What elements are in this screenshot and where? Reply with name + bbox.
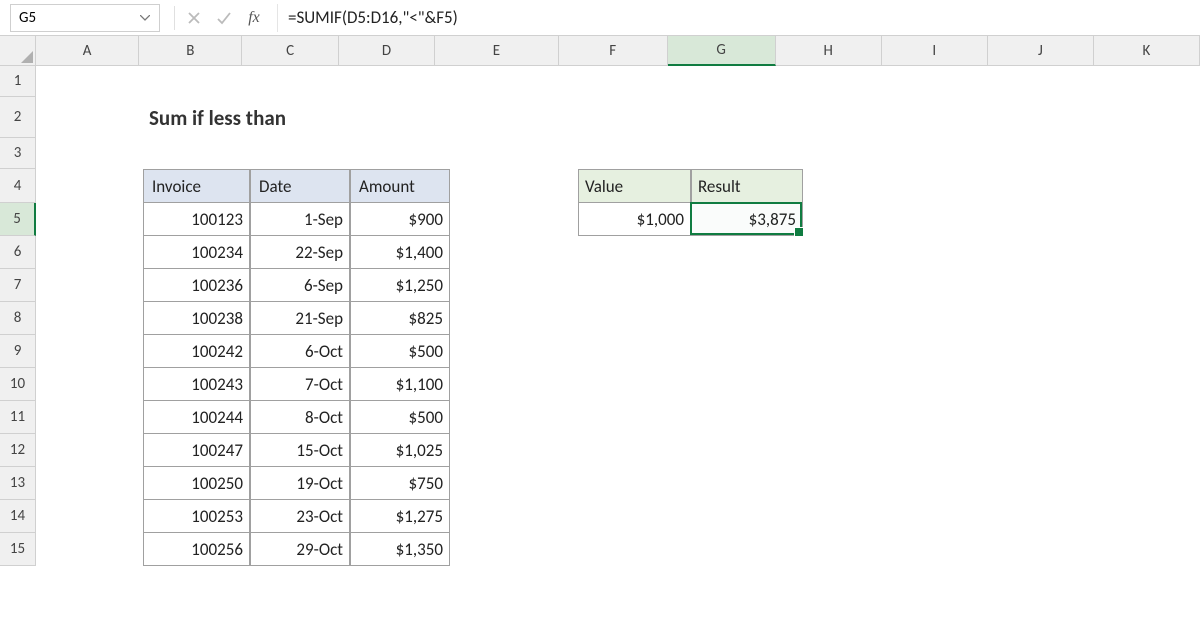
amount-cell-8[interactable]: $825 <box>350 302 450 335</box>
row-headers: 123456789101112131415 <box>0 66 36 566</box>
row-header-10[interactable]: 10 <box>0 368 36 401</box>
invoice-cell-12[interactable]: 100247 <box>143 434 250 467</box>
date-cell-10[interactable]: 7-Oct <box>250 368 350 401</box>
column-header-J[interactable]: J <box>988 36 1094 66</box>
row-header-15[interactable]: 15 <box>0 533 36 566</box>
invoice-cell-13[interactable]: 100250 <box>143 467 250 500</box>
insert-function-icon[interactable]: fx <box>239 9 269 27</box>
row-header-7[interactable]: 7 <box>0 269 36 302</box>
page-title: Sum if less than <box>143 97 578 138</box>
row-header-1[interactable]: 1 <box>0 66 36 97</box>
column-header-I[interactable]: I <box>882 36 988 66</box>
column-header-G[interactable]: G <box>668 36 776 66</box>
amount-cell-5[interactable]: $900 <box>350 203 450 236</box>
invoice-cell-8[interactable]: 100238 <box>143 302 250 335</box>
name-box-dropdown-icon[interactable] <box>135 8 155 28</box>
column-header-A[interactable]: A <box>36 36 139 66</box>
select-all-corner[interactable] <box>0 36 36 66</box>
table-header-date[interactable]: Date <box>250 169 350 203</box>
date-cell-6[interactable]: 22-Sep <box>250 236 350 269</box>
date-cell-8[interactable]: 21-Sep <box>250 302 350 335</box>
column-header-F[interactable]: F <box>559 36 668 66</box>
row-header-6[interactable]: 6 <box>0 236 36 269</box>
amount-cell-12[interactable]: $1,025 <box>350 434 450 467</box>
amount-cell-13[interactable]: $750 <box>350 467 450 500</box>
cells-area[interactable]: Sum if less thanInvoiceDateAmount1001231… <box>36 66 1200 630</box>
result-header-result[interactable]: Result <box>691 169 803 203</box>
invoice-cell-7[interactable]: 100236 <box>143 269 250 302</box>
date-cell-14[interactable]: 23-Oct <box>250 500 350 533</box>
formula-text: =SUMIF(D5:D16,"<"&F5) <box>288 7 458 28</box>
invoice-cell-10[interactable]: 100243 <box>143 368 250 401</box>
row-header-4[interactable]: 4 <box>0 169 36 203</box>
row-header-9[interactable]: 9 <box>0 335 36 368</box>
amount-cell-7[interactable]: $1,250 <box>350 269 450 302</box>
result-header-value[interactable]: Value <box>578 169 691 203</box>
column-header-H[interactable]: H <box>776 36 882 66</box>
date-cell-11[interactable]: 8-Oct <box>250 401 350 434</box>
column-header-E[interactable]: E <box>435 36 558 66</box>
column-header-D[interactable]: D <box>339 36 435 66</box>
date-cell-13[interactable]: 19-Oct <box>250 467 350 500</box>
value-cell[interactable]: $1,000 <box>578 203 691 236</box>
date-cell-12[interactable]: 15-Oct <box>250 434 350 467</box>
formula-input[interactable]: =SUMIF(D5:D16,"<"&F5) <box>277 4 1200 32</box>
row-header-5[interactable]: 5 <box>0 203 36 236</box>
invoice-cell-5[interactable]: 100123 <box>143 203 250 236</box>
row-header-14[interactable]: 14 <box>0 500 36 533</box>
amount-cell-15[interactable]: $1,350 <box>350 533 450 566</box>
date-cell-5[interactable]: 1-Sep <box>250 203 350 236</box>
column-header-B[interactable]: B <box>139 36 242 66</box>
table-header-amount[interactable]: Amount <box>350 169 450 203</box>
date-cell-7[interactable]: 6-Sep <box>250 269 350 302</box>
amount-cell-9[interactable]: $500 <box>350 335 450 368</box>
name-box[interactable]: G5 <box>10 4 160 32</box>
spreadsheet-grid: 123456789101112131415 ABCDEFGHIJK Sum if… <box>0 36 1200 630</box>
row-header-3[interactable]: 3 <box>0 138 36 169</box>
date-cell-15[interactable]: 29-Oct <box>250 533 350 566</box>
row-header-8[interactable]: 8 <box>0 302 36 335</box>
amount-cell-11[interactable]: $500 <box>350 401 450 434</box>
cancel-formula-icon[interactable] <box>179 3 209 33</box>
invoice-cell-14[interactable]: 100253 <box>143 500 250 533</box>
invoice-cell-9[interactable]: 100242 <box>143 335 250 368</box>
column-headers: ABCDEFGHIJK <box>36 36 1200 66</box>
name-box-value: G5 <box>19 9 36 27</box>
date-cell-9[interactable]: 6-Oct <box>250 335 350 368</box>
column-header-C[interactable]: C <box>242 36 338 66</box>
invoice-cell-11[interactable]: 100244 <box>143 401 250 434</box>
invoice-cell-6[interactable]: 100234 <box>143 236 250 269</box>
result-cell[interactable]: $3,875 <box>691 203 803 236</box>
enter-formula-icon[interactable] <box>209 3 239 33</box>
invoice-cell-15[interactable]: 100256 <box>143 533 250 566</box>
table-header-invoice[interactable]: Invoice <box>143 169 250 203</box>
row-header-2[interactable]: 2 <box>0 97 36 138</box>
amount-cell-10[interactable]: $1,100 <box>350 368 450 401</box>
amount-cell-14[interactable]: $1,275 <box>350 500 450 533</box>
amount-cell-6[interactable]: $1,400 <box>350 236 450 269</box>
row-header-13[interactable]: 13 <box>0 467 36 500</box>
separator <box>174 6 175 30</box>
formula-bar: G5 fx =SUMIF(D5:D16,"<"&F5) <box>0 0 1200 36</box>
column-header-K[interactable]: K <box>1094 36 1200 66</box>
row-header-12[interactable]: 12 <box>0 434 36 467</box>
row-header-11[interactable]: 11 <box>0 401 36 434</box>
